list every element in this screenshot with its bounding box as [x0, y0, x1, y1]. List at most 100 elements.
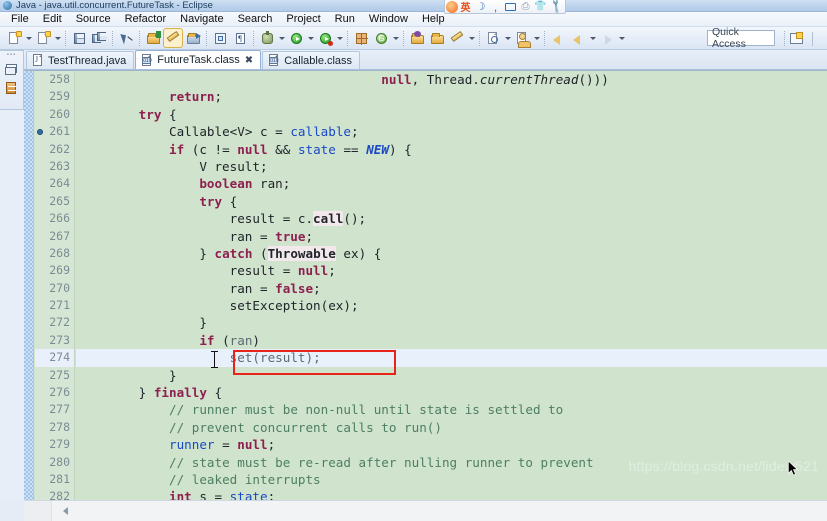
- moon-icon[interactable]: ☽: [473, 0, 488, 13]
- scroll-left-arrow-icon[interactable]: [58, 505, 72, 518]
- run-coverage-dropdown-icon[interactable]: [335, 30, 344, 46]
- code-line[interactable]: boolean ran;: [76, 175, 827, 192]
- language-mode-label[interactable]: 英: [458, 0, 473, 14]
- previous-edit-location-icon[interactable]: [549, 29, 567, 47]
- save-all-icon[interactable]: [90, 29, 108, 47]
- new-wizard-dropdown-icon[interactable]: [24, 30, 33, 46]
- code-token: ex) {: [335, 245, 382, 261]
- code-line[interactable]: return;: [76, 88, 827, 105]
- toggle-mark-occurrences-icon[interactable]: [117, 29, 135, 47]
- editor-annotation-ruler[interactable]: [24, 71, 34, 500]
- code-text-area[interactable]: null, Thread.currentThread())) return; t…: [76, 71, 827, 500]
- code-line[interactable]: }: [76, 314, 827, 331]
- menu-item-search[interactable]: Search: [231, 12, 280, 26]
- code-line[interactable]: result = null;: [76, 262, 827, 279]
- code-editor[interactable]: 258 259 260 261 262 263 264 265 266 267 268 269 270 2…: [24, 70, 827, 500]
- code-line[interactable]: ran = true;: [76, 228, 827, 245]
- sogou-logo-icon[interactable]: [446, 0, 458, 13]
- toolbar-separator: [112, 30, 113, 46]
- code-line[interactable]: int s = state;: [76, 488, 827, 500]
- code-line[interactable]: if (c != null && state == NEW) {: [76, 141, 827, 158]
- ime-floating-bar[interactable]: 英 ☽ , ⎙ 👕 🔧: [444, 0, 566, 16]
- breakpoint-icon[interactable]: [37, 129, 43, 136]
- code-line[interactable]: result = c.call();: [76, 210, 827, 227]
- run-icon[interactable]: [287, 29, 305, 47]
- menu-item-help[interactable]: Help: [415, 12, 452, 26]
- open-type-hierarchy-icon[interactable]: [513, 29, 531, 48]
- debug-dropdown-icon[interactable]: [277, 30, 286, 46]
- run-coverage-icon[interactable]: [316, 29, 334, 47]
- code-token: (: [214, 332, 230, 348]
- menu-item-navigate[interactable]: Navigate: [173, 12, 230, 26]
- back-dropdown-icon[interactable]: [588, 30, 597, 46]
- editor-tab-futuretask-class[interactable]: 010 FutureTask.class ✖: [135, 50, 262, 69]
- horizontal-scrollbar[interactable]: [24, 500, 827, 521]
- code-line[interactable]: null, Thread.currentThread())): [76, 71, 827, 88]
- toggle-breadcrumb-icon[interactable]: [163, 28, 183, 48]
- code-line[interactable]: ran = false;: [76, 280, 827, 297]
- code-token: ;: [267, 437, 276, 453]
- java-file-icon: J: [32, 54, 44, 67]
- code-line[interactable]: set(result);: [76, 349, 827, 367]
- menu-item-window[interactable]: Window: [362, 12, 415, 26]
- outline-view-icon[interactable]: [0, 78, 22, 98]
- link-with-editor-icon[interactable]: [184, 29, 202, 47]
- menu-item-project[interactable]: Project: [279, 12, 327, 26]
- back-icon[interactable]: [569, 29, 587, 47]
- drag-handle[interactable]: ▪▪▪: [0, 51, 23, 58]
- new-java-project-dropdown-icon[interactable]: [53, 30, 62, 46]
- quick-access-input[interactable]: Quick Access: [707, 26, 775, 50]
- open-folder-icon[interactable]: [428, 29, 446, 47]
- printer-icon[interactable]: ⎙: [518, 0, 533, 13]
- code-line[interactable]: // runner must be non-null until state i…: [76, 401, 827, 418]
- code-token: ran =: [78, 228, 276, 244]
- pencil-dropdown-icon[interactable]: [467, 30, 476, 46]
- new-wizard-icon[interactable]: [5, 29, 23, 47]
- toolbox-icon[interactable]: 🔧: [546, 0, 566, 16]
- code-line[interactable]: } finally {: [76, 384, 827, 401]
- external-tools-icon[interactable]: G: [372, 29, 390, 47]
- menu-item-source[interactable]: Source: [69, 12, 118, 26]
- menu-item-file[interactable]: File: [4, 12, 36, 26]
- new-java-package-icon[interactable]: [144, 29, 162, 47]
- forward-icon[interactable]: [598, 29, 616, 47]
- open-perspective-icon[interactable]: [788, 30, 805, 47]
- debug-icon[interactable]: [258, 29, 276, 47]
- close-icon[interactable]: ✖: [245, 55, 253, 66]
- open-type-hierarchy-dropdown-icon[interactable]: [532, 30, 541, 46]
- show-whitespace-icon[interactable]: ¶: [231, 29, 249, 47]
- code-line[interactable]: setException(ex);: [76, 297, 827, 314]
- code-line[interactable]: // prevent concurrent calls to run(): [76, 419, 827, 436]
- run-dropdown-icon[interactable]: [306, 30, 315, 46]
- code-line[interactable]: if (ran): [76, 332, 827, 349]
- search-icon[interactable]: [484, 29, 502, 47]
- restore-icon[interactable]: [0, 58, 22, 78]
- punctuation-icon[interactable]: ,: [488, 0, 503, 14]
- code-line[interactable]: } catch (Throwable ex) {: [76, 245, 827, 262]
- save-icon[interactable]: [70, 29, 88, 47]
- menu-item-edit[interactable]: Edit: [36, 12, 69, 26]
- code-line[interactable]: runner = null;: [76, 436, 827, 453]
- new-junit-test-icon[interactable]: [352, 29, 370, 47]
- open-task-icon[interactable]: [408, 29, 426, 47]
- code-token: runner: [169, 437, 215, 453]
- menu-item-refactor[interactable]: Refactor: [118, 12, 174, 26]
- code-line[interactable]: try {: [76, 193, 827, 210]
- new-java-project-icon[interactable]: [34, 29, 52, 47]
- code-line[interactable]: V result;: [76, 158, 827, 175]
- editor-tab-label: Callable.class: [284, 54, 353, 67]
- open-type-icon[interactable]: [211, 29, 229, 47]
- code-line[interactable]: Callable<V> c = callable;: [76, 123, 827, 140]
- quick-access-placeholder: Quick Access: [712, 26, 746, 50]
- code-line[interactable]: try {: [76, 106, 827, 123]
- pencil-icon[interactable]: [448, 29, 466, 47]
- forward-dropdown-icon[interactable]: [617, 30, 626, 46]
- soft-keyboard-icon[interactable]: [503, 0, 518, 13]
- code-line[interactable]: }: [76, 367, 827, 384]
- search-dropdown-icon[interactable]: [503, 30, 512, 46]
- editor-tab-testthread-java[interactable]: J TestThread.java: [26, 51, 135, 69]
- external-tools-dropdown-icon[interactable]: [391, 30, 400, 46]
- menu-item-run[interactable]: Run: [328, 12, 362, 26]
- editor-tab-callable-class[interactable]: 010 Callable.class: [262, 51, 361, 69]
